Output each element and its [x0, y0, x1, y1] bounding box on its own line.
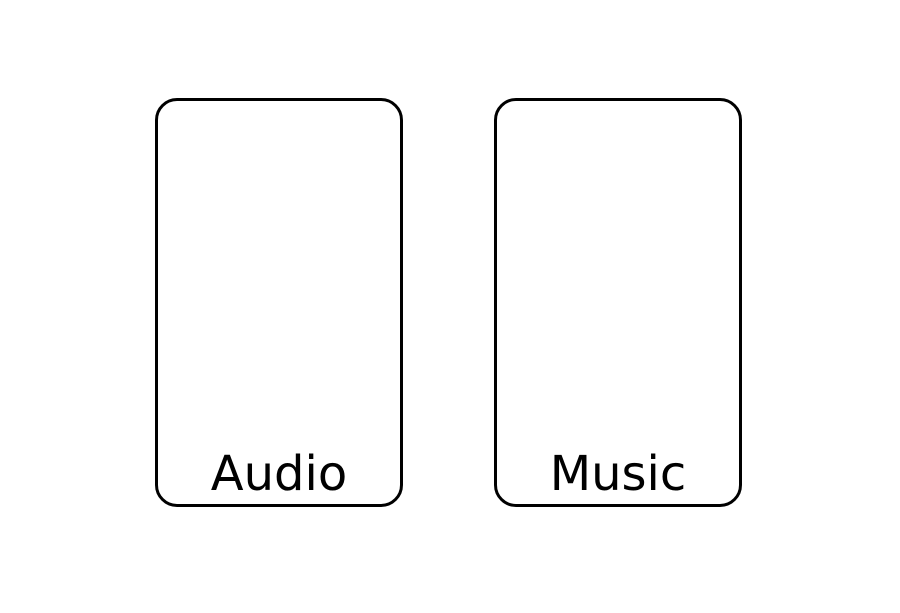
audio-card-label: Audio — [210, 446, 348, 502]
audio-card: Audio — [155, 98, 403, 507]
music-card-label: Music — [549, 446, 687, 502]
music-card: Music — [494, 98, 742, 507]
diagram-canvas: Audio Music — [0, 0, 900, 613]
